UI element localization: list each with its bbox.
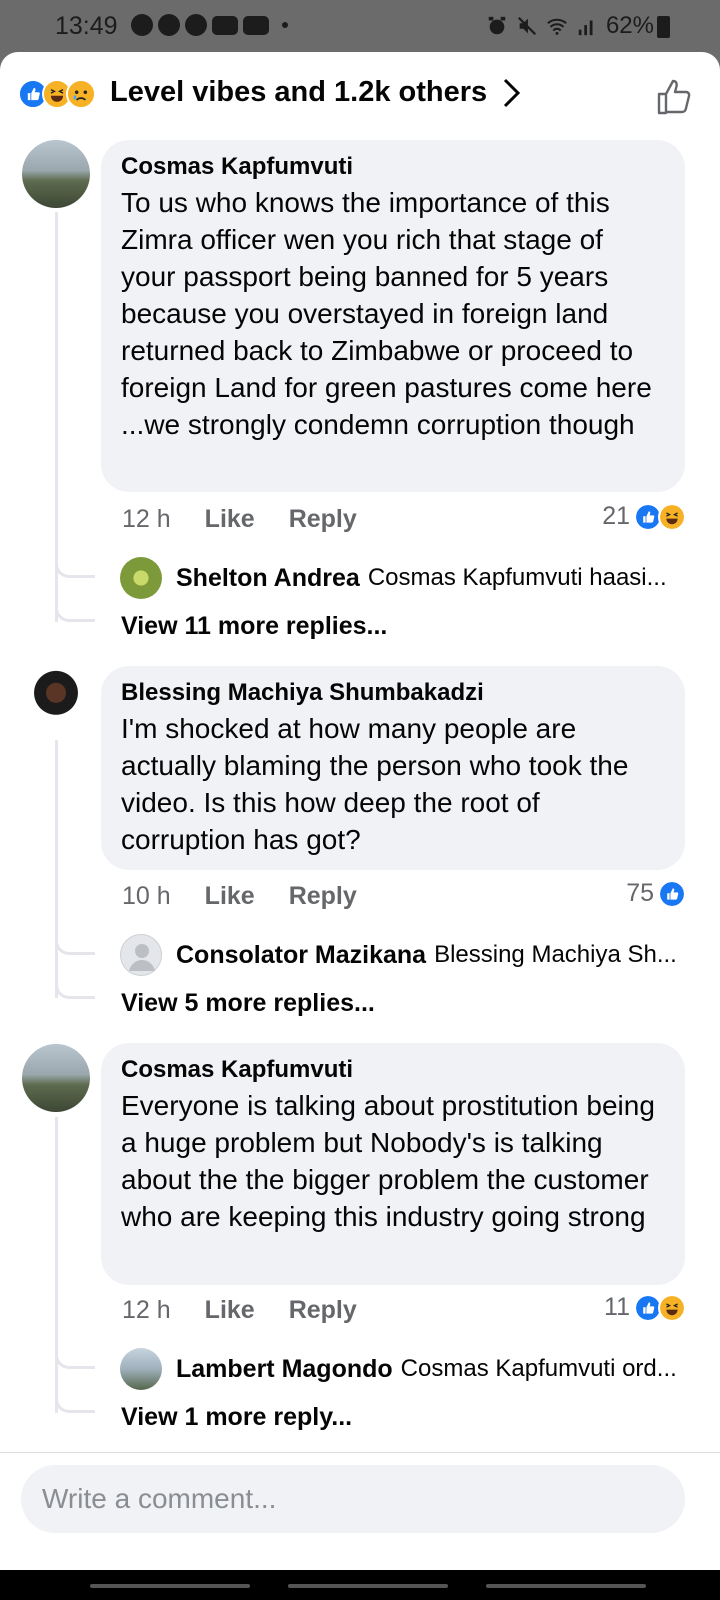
reactions-header[interactable]: Level vibes and 1.2k others — [0, 52, 720, 132]
signal-icon — [578, 20, 593, 36]
reaction-summary[interactable]: Level vibes and 1.2k others — [110, 76, 487, 109]
haha-icon — [658, 1293, 686, 1322]
reply-preview[interactable]: Shelton Andrea Cosmas Kapfumvuti haasi..… — [120, 557, 690, 599]
alarm-icon — [488, 16, 506, 35]
haha-icon — [658, 502, 686, 531]
comment-reactions[interactable]: 75 — [626, 879, 686, 908]
comment-reactions[interactable]: 11 — [604, 1293, 686, 1322]
comment-reactions[interactable]: 21 — [602, 502, 686, 531]
like-button[interactable]: Like — [205, 505, 255, 534]
battery-level: 62% — [605, 12, 654, 39]
view-more-replies-link[interactable]: View 5 more replies... — [121, 989, 375, 1018]
reply-button[interactable]: Reply — [289, 505, 357, 534]
comment-bubble[interactable]: Blessing Machiya Shumbakadzi I'm shocked… — [101, 666, 685, 870]
more-notifications-icon — [282, 22, 288, 28]
reply-author[interactable]: Shelton Andrea — [176, 564, 360, 593]
facebook-icon — [185, 14, 207, 36]
comment-time: 12 h — [122, 505, 171, 533]
thread-line — [55, 1117, 58, 1413]
reply-connector — [55, 548, 95, 578]
like-icon — [658, 879, 686, 908]
reply-preview[interactable]: Consolator Mazikana Blessing Machiya Sh.… — [120, 934, 690, 976]
reply-snippet: Cosmas Kapfumvuti ord... — [400, 1355, 677, 1382]
reply-snippet: Cosmas Kapfumvuti haasi... — [367, 564, 667, 591]
comment-actions: 10 h Like Reply — [122, 882, 391, 911]
avatar[interactable] — [120, 557, 162, 599]
view-more-replies-link[interactable]: View 1 more reply... — [121, 1403, 352, 1432]
status-bar: 13:49 62% — [0, 0, 720, 52]
reaction-icons — [18, 79, 96, 109]
reaction-count: 75 — [626, 879, 654, 907]
comment-author[interactable]: Cosmas Kapfumvuti — [121, 152, 665, 182]
like-button[interactable]: Like — [205, 1296, 255, 1325]
comment-composer-bar — [0, 1452, 720, 1570]
reply-button[interactable]: Reply — [289, 882, 357, 911]
comment-text: I'm shocked at how many people are actua… — [121, 713, 629, 855]
reply-author[interactable]: Consolator Mazikana — [176, 941, 426, 970]
comment-bubble[interactable]: Cosmas Kapfumvuti Everyone is talking ab… — [101, 1043, 685, 1285]
avatar[interactable] — [120, 1348, 162, 1390]
thumbs-up-icon[interactable] — [654, 77, 694, 117]
reply-connector — [55, 1339, 95, 1369]
youtube-icon — [243, 15, 269, 35]
reply-connector — [55, 1383, 95, 1413]
avatar[interactable] — [22, 1044, 90, 1112]
comment-author[interactable]: Blessing Machiya Shumbakadzi — [121, 678, 665, 708]
system-icons: 62% — [486, 12, 654, 40]
sad-icon — [66, 79, 96, 109]
thread-line — [55, 740, 58, 998]
comment-time: 10 h — [122, 882, 171, 910]
reply-connector — [55, 969, 95, 999]
battery-icon — [657, 16, 670, 38]
reply-preview[interactable]: Lambert Magondo Cosmas Kapfumvuti ord... — [120, 1348, 690, 1390]
mute-icon — [517, 16, 537, 36]
reply-connector — [55, 592, 95, 622]
reaction-count: 21 — [602, 502, 630, 530]
default-avatar-icon — [129, 944, 155, 971]
chevron-right-icon[interactable] — [500, 76, 524, 110]
avatar[interactable] — [22, 667, 90, 735]
view-more-replies-link[interactable]: View 11 more replies... — [121, 612, 387, 641]
status-time: 13:49 — [55, 12, 118, 40]
comment-actions: 12 h Like Reply — [122, 1296, 391, 1325]
comment-text: To us who knows the importance of this Z… — [121, 187, 652, 440]
reaction-count: 11 — [604, 1293, 630, 1321]
comment-bubble[interactable]: Cosmas Kapfumvuti To us who knows the im… — [101, 140, 685, 492]
reply-button[interactable]: Reply — [289, 1296, 357, 1325]
nav-back-handle[interactable] — [486, 1584, 646, 1588]
whatsapp-icon — [158, 14, 180, 36]
reply-snippet: Blessing Machiya Sh... — [434, 941, 677, 968]
notification-icons — [131, 14, 288, 36]
reply-connector — [55, 925, 95, 955]
comment-time: 12 h — [122, 1296, 171, 1324]
comment-text: Everyone is talking about prostitution b… — [121, 1090, 655, 1232]
youtube-icon — [212, 15, 238, 35]
nav-recents-handle[interactable] — [90, 1584, 250, 1588]
comments-sheet: Level vibes and 1.2k others Cosmas Kapfu… — [0, 52, 720, 1570]
like-button[interactable]: Like — [205, 882, 255, 911]
wifi-icon — [547, 18, 567, 35]
whatsapp-icon — [131, 14, 153, 36]
avatar[interactable] — [120, 934, 162, 976]
comment-input[interactable] — [21, 1465, 685, 1533]
avatar[interactable] — [22, 140, 90, 208]
comment-actions: 12 h Like Reply — [122, 505, 391, 534]
system-nav-bar — [0, 1570, 720, 1600]
comment-author[interactable]: Cosmas Kapfumvuti — [121, 1055, 665, 1085]
nav-home-handle[interactable] — [288, 1584, 448, 1588]
reply-author[interactable]: Lambert Magondo — [176, 1355, 393, 1384]
